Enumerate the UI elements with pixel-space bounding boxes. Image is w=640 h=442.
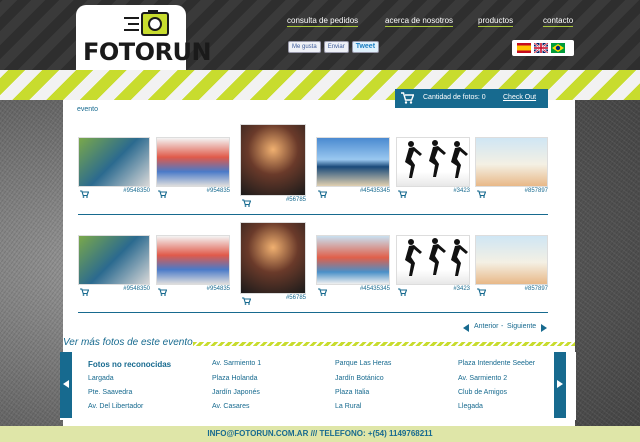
pager-next[interactable]: Siguiente bbox=[507, 323, 536, 330]
add-to-cart-icon[interactable] bbox=[318, 288, 327, 296]
social-buttons: Me gusta Enviar Tweet bbox=[288, 41, 380, 53]
photo-id: #3423 bbox=[453, 286, 470, 292]
cart-count: Cantidad de fotos: 0 bbox=[423, 94, 486, 101]
site-header: FOTORUN consulta de pedidos acerca de no… bbox=[0, 0, 640, 70]
add-to-cart-icon[interactable] bbox=[80, 190, 89, 198]
links-prev-button[interactable] bbox=[60, 352, 72, 418]
links-next-button[interactable] bbox=[554, 352, 566, 418]
more-photos-title: Ver más fotos de este evento bbox=[63, 337, 193, 348]
photo-id: #56785 bbox=[285, 295, 306, 301]
add-to-cart-icon[interactable] bbox=[398, 288, 407, 296]
checkout-link[interactable]: Check Out bbox=[503, 94, 536, 101]
add-to-cart-icon[interactable] bbox=[318, 190, 327, 198]
event-location-link[interactable]: Av. Sarmiento 1 bbox=[212, 360, 261, 367]
event-location-link[interactable]: Av. Casares bbox=[212, 403, 249, 410]
breadcrumb[interactable]: evento bbox=[77, 106, 98, 113]
uk-flag-icon[interactable] bbox=[534, 43, 548, 53]
nav-acerca-nosotros[interactable]: acerca de nosotros bbox=[385, 16, 454, 27]
silhouette-runners-photo[interactable] bbox=[396, 137, 470, 187]
photo-id: #56785 bbox=[285, 197, 306, 203]
event-location-link[interactable]: Plaza Holanda bbox=[212, 375, 258, 382]
add-to-cart-icon[interactable] bbox=[477, 288, 486, 296]
unrecognized-photos-link[interactable]: Fotos no reconocidas bbox=[88, 360, 171, 369]
event-location-link[interactable]: Jardín Botánico bbox=[335, 375, 384, 382]
event-location-link[interactable]: Av. Del Libertador bbox=[88, 403, 143, 410]
nav-contacto[interactable]: contacto bbox=[543, 16, 574, 27]
brazil-flag-icon[interactable] bbox=[551, 43, 565, 53]
tweet-button[interactable]: Tweet bbox=[351, 41, 380, 53]
prev-arrow-icon[interactable] bbox=[463, 324, 469, 332]
event-location-link[interactable]: Club de Amigos bbox=[458, 389, 507, 396]
add-to-cart-icon[interactable] bbox=[398, 190, 407, 198]
photo-id: #3423 bbox=[453, 188, 470, 194]
footer-contact: INFO@FOTORUN.COM.AR /// TELEFONO: +(54) … bbox=[0, 426, 640, 442]
runner-shoes-photo[interactable] bbox=[78, 137, 150, 187]
event-location-link[interactable]: Jardín Japonés bbox=[212, 389, 260, 396]
runner-silhouette-icon bbox=[405, 140, 468, 178]
race-crowd-photo[interactable] bbox=[156, 137, 230, 187]
photo-id: #954835 bbox=[206, 286, 230, 292]
main-nav: consulta de pedidos acerca de nosotros p… bbox=[0, 16, 640, 30]
chevron-right-icon bbox=[557, 380, 563, 388]
event-location-link[interactable]: La Rural bbox=[335, 403, 361, 410]
next-arrow-icon[interactable] bbox=[541, 324, 547, 332]
pager-sep: - bbox=[501, 323, 504, 330]
nav-consulta-pedidos[interactable]: consulta de pedidos bbox=[287, 16, 359, 27]
race-crowd-photo[interactable] bbox=[156, 235, 230, 285]
event-location-link[interactable]: Plaza Italia bbox=[335, 389, 369, 396]
photo-id: #954835 bbox=[206, 188, 230, 194]
event-location-link[interactable]: Av. Sarmiento 2 bbox=[458, 375, 507, 382]
facebook-like-button[interactable]: Me gusta bbox=[288, 41, 321, 53]
event-location-link[interactable]: Pte. Saavedra bbox=[88, 389, 132, 396]
logo-text-foto: FOTO bbox=[83, 38, 155, 66]
nav-productos[interactable]: productos bbox=[478, 16, 514, 27]
add-to-cart-icon[interactable] bbox=[242, 199, 251, 207]
photo-id: #9548350 bbox=[123, 188, 150, 194]
desert-runner-photo[interactable] bbox=[475, 235, 548, 285]
track-sprinter-photo[interactable] bbox=[240, 124, 306, 196]
photo-id: #9548350 bbox=[123, 286, 150, 292]
cart-bar: Cantidad de fotos: 0 Check Out bbox=[395, 89, 548, 108]
photo-id: #45435345 bbox=[359, 188, 390, 194]
pager-prev[interactable]: Anterior bbox=[474, 323, 499, 330]
logo-text-run: RUN bbox=[154, 38, 212, 66]
row-divider bbox=[78, 312, 548, 313]
desert-runner-photo[interactable] bbox=[475, 137, 548, 187]
logo-text[interactable]: FOTORUN bbox=[83, 38, 212, 66]
race-finish-photo[interactable] bbox=[316, 235, 390, 285]
photo-id: #45435345 bbox=[359, 286, 390, 292]
spanish-flag-icon[interactable] bbox=[517, 43, 531, 53]
beach-runner-photo[interactable] bbox=[316, 137, 390, 187]
add-to-cart-icon[interactable] bbox=[158, 190, 167, 198]
language-selector bbox=[512, 40, 574, 56]
facebook-send-button[interactable]: Enviar bbox=[323, 41, 349, 53]
runner-shoes-photo[interactable] bbox=[78, 235, 150, 285]
add-to-cart-icon[interactable] bbox=[242, 297, 251, 305]
shopping-cart-icon[interactable] bbox=[401, 92, 414, 104]
add-to-cart-icon[interactable] bbox=[477, 190, 486, 198]
chevron-left-icon bbox=[63, 380, 69, 388]
photo-id: #857897 bbox=[524, 286, 548, 292]
silhouette-runners-photo[interactable] bbox=[396, 235, 470, 285]
event-location-link[interactable]: Llegada bbox=[458, 403, 483, 410]
row-divider bbox=[78, 214, 548, 215]
event-location-link[interactable]: Largada bbox=[88, 375, 114, 382]
add-to-cart-icon[interactable] bbox=[80, 288, 89, 296]
add-to-cart-icon[interactable] bbox=[158, 288, 167, 296]
photo-id: #857897 bbox=[524, 188, 548, 194]
more-title-underline bbox=[193, 342, 575, 346]
runner-silhouette-icon bbox=[405, 238, 468, 276]
event-location-link[interactable]: Plaza Intendente Seeber bbox=[458, 360, 535, 367]
track-sprinter-photo[interactable] bbox=[240, 222, 306, 294]
event-location-link[interactable]: Parque Las Heras bbox=[335, 360, 391, 367]
